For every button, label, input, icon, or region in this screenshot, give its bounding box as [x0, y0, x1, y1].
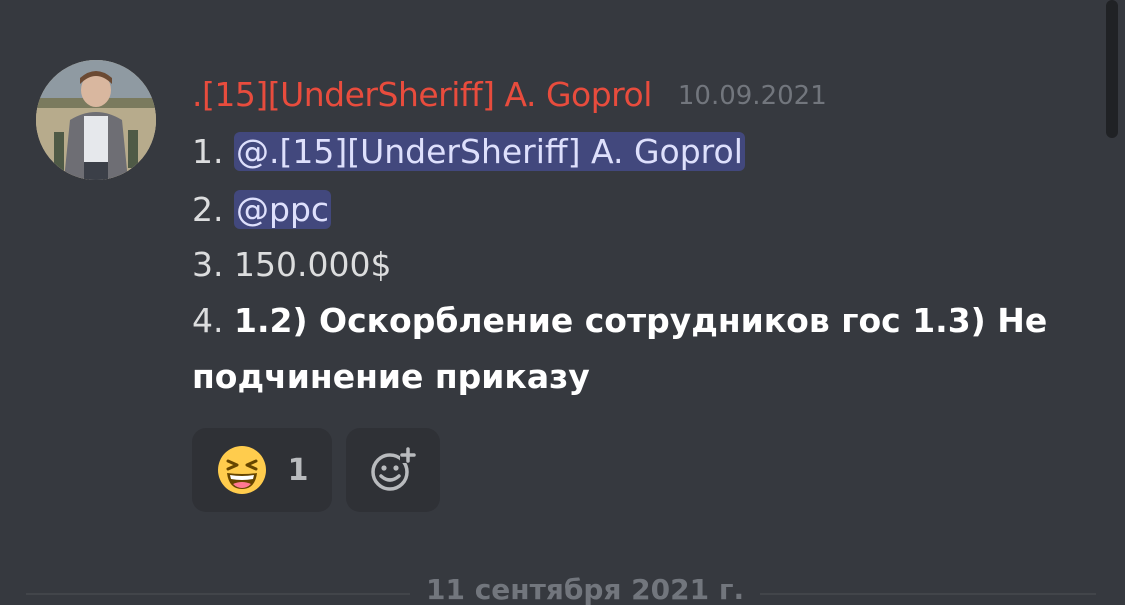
reaction-laughing[interactable]: 1 — [192, 428, 332, 512]
date-divider-label: 11 сентября 2021 г. — [410, 573, 761, 605]
reactions-bar: 1 — [192, 428, 440, 512]
message-header: .[15][UnderSheriff] A. Goprol 10.09.2021 — [192, 70, 827, 118]
list-number: 3. — [192, 245, 224, 284]
user-mention[interactable]: @ppc — [234, 190, 332, 229]
message-line-5: подчинение приказу — [192, 353, 590, 401]
avatar[interactable] — [36, 60, 156, 180]
list-number: 1. — [192, 132, 224, 171]
violation-text: 1.2) Оскорбление сотрудников гос 1.3) Не — [234, 301, 1048, 340]
message-timestamp: 10.09.2021 — [677, 81, 827, 111]
reaction-count: 1 — [287, 452, 309, 488]
add-reaction-icon — [371, 447, 416, 491]
list-number: 2. — [192, 190, 224, 229]
message-line-3: 3. 150.000$ — [192, 241, 391, 289]
user-mention[interactable]: @.[15][UnderSheriff] A. Goprol — [234, 132, 745, 171]
message-line-2: 2. @ppc — [192, 186, 332, 234]
add-reaction-button[interactable] — [346, 428, 440, 512]
author-name[interactable]: .[15][UnderSheriff] A. Goprol — [192, 75, 652, 114]
laughing-face-icon — [217, 446, 266, 494]
scrollbar[interactable] — [1106, 0, 1118, 138]
chat-view: .[15][UnderSheriff] A. Goprol 10.09.2021… — [0, 0, 1125, 605]
violation-text-continued: подчинение приказу — [192, 357, 590, 396]
message-line-1: 1. @.[15][UnderSheriff] A. Goprol — [192, 128, 745, 176]
list-number: 4. — [192, 301, 224, 340]
amount-text: 150.000$ — [234, 245, 392, 284]
message-line-4: 4. 1.2) Оскорбление сотрудников гос 1.3)… — [192, 297, 1047, 345]
